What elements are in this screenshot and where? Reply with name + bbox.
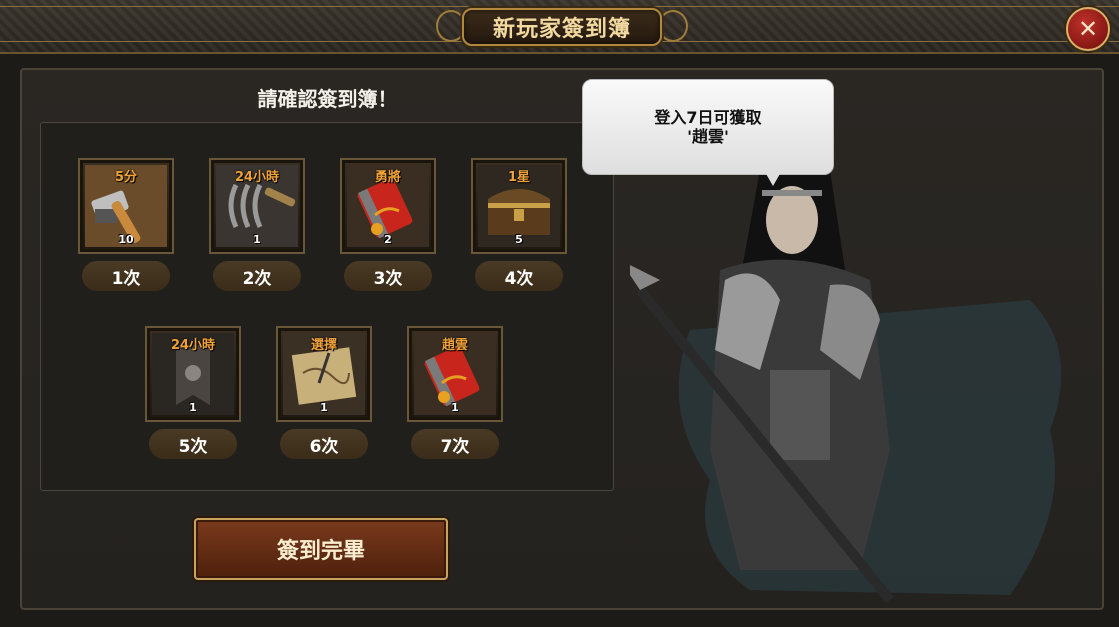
reward-count: 2	[384, 233, 392, 246]
day-label-3: 3次	[344, 261, 432, 291]
bubble-line-2: '趙雲'	[687, 127, 729, 146]
check-in-complete-button[interactable]: 簽到完畢	[194, 518, 448, 580]
day-label-6: 6次	[280, 429, 368, 459]
reward-top-label: 1星	[507, 170, 531, 185]
speech-bubble: 登入7日可獲取 '趙雲'	[582, 79, 834, 175]
speech-bubble-tail	[765, 172, 781, 186]
reward-top-label: 趙雲	[441, 338, 468, 353]
panel-heading: 請確認簽到簿！	[257, 87, 398, 111]
reward-slot-1[interactable]: 5分 10	[78, 158, 174, 254]
reward-top-label: 5分	[114, 170, 138, 185]
day-label-4: 4次	[475, 261, 563, 291]
day-label-5: 5次	[149, 429, 237, 459]
reward-slot-2[interactable]: 24小時 1	[209, 158, 305, 254]
reward-slot-5[interactable]: 24小時 1	[145, 326, 241, 422]
day-label-1: 1次	[82, 261, 170, 291]
bubble-line-1: 登入7日可獲取	[654, 108, 762, 127]
reward-count: 1	[253, 233, 261, 246]
reward-count: 1	[320, 401, 328, 414]
day-label-2: 2次	[213, 261, 301, 291]
reward-count: 1	[451, 401, 459, 414]
day-label-7: 7次	[411, 429, 499, 459]
title-ornament-right	[658, 10, 688, 42]
page-title: 新玩家簽到簿	[462, 8, 662, 46]
reward-count: 1	[189, 401, 197, 414]
reward-top-label: 勇將	[374, 170, 401, 185]
close-icon: ✕	[1077, 15, 1099, 43]
reward-slot-6[interactable]: 選擇 1	[276, 326, 372, 422]
reward-count: 10	[118, 233, 134, 246]
reward-slot-7[interactable]: 趙雲 1	[407, 326, 503, 422]
reward-count: 5	[515, 233, 523, 246]
hero-character-illustration	[630, 157, 1062, 604]
close-button[interactable]: ✕	[1066, 7, 1110, 51]
reward-top-label: 選擇	[310, 338, 337, 353]
reward-slot-3[interactable]: 勇將 2	[340, 158, 436, 254]
reward-top-label: 24小時	[170, 338, 216, 353]
reward-top-label: 24小時	[234, 170, 280, 185]
reward-slot-4[interactable]: 1星 5	[471, 158, 567, 254]
